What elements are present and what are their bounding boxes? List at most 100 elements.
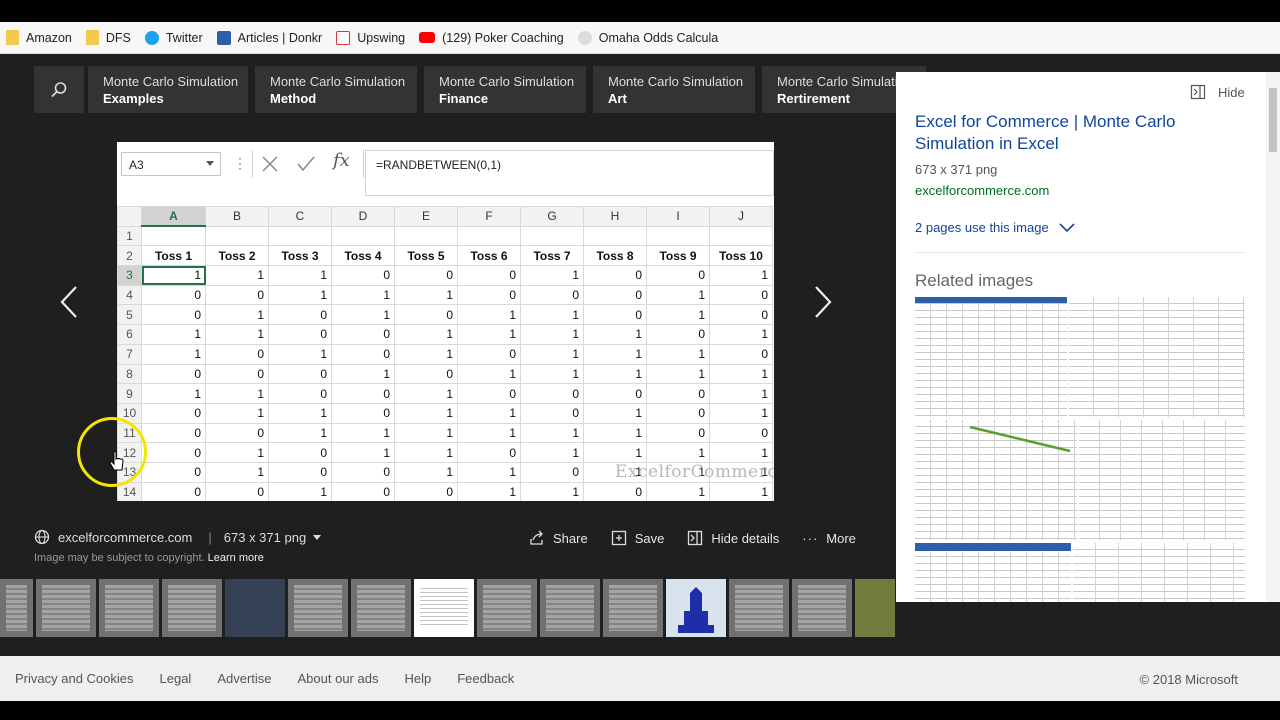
cell[interactable]: 1	[394, 461, 458, 483]
cell[interactable]: 0	[331, 461, 395, 483]
cell[interactable]	[709, 225, 773, 247]
cell[interactable]: 0	[141, 284, 206, 306]
cell[interactable]: 1	[520, 343, 584, 365]
cell[interactable]: 1	[583, 343, 647, 365]
row-header[interactable]: 6	[117, 324, 142, 345]
cell[interactable]: 0	[457, 265, 521, 286]
related-search-finance[interactable]: Monte Carlo Simulation Finance	[424, 66, 586, 113]
pages-using-image[interactable]: 2 pages use this image	[915, 220, 1075, 235]
cell[interactable]: 0	[268, 324, 332, 345]
cell[interactable]: 0	[205, 422, 269, 444]
footer-link-feedback[interactable]: Feedback	[457, 671, 514, 686]
cell[interactable]: 0	[331, 383, 395, 404]
row-header[interactable]: 3	[117, 265, 142, 286]
cell[interactable]: 1	[205, 461, 269, 483]
thumbnail[interactable]	[162, 579, 222, 637]
cell[interactable]: 1	[709, 402, 773, 424]
column-header[interactable]: E	[394, 206, 458, 227]
cell[interactable]: 1	[457, 461, 521, 483]
cell[interactable]: 0	[141, 402, 206, 424]
cell[interactable]: 0	[709, 304, 773, 326]
thumbnail[interactable]	[792, 579, 852, 637]
cell[interactable]: 0	[394, 481, 458, 501]
cell[interactable]: 1	[520, 481, 584, 501]
column-header[interactable]: I	[646, 206, 710, 227]
cell[interactable]: 1	[646, 481, 710, 501]
thumbnail[interactable]	[99, 579, 159, 637]
column-header[interactable]: A	[141, 206, 206, 228]
bookmark-poker-coaching[interactable]: (129) Poker Coaching	[419, 31, 564, 45]
cell[interactable]: 1	[709, 363, 773, 385]
cell[interactable]: 1	[205, 383, 269, 404]
cell[interactable]: 1	[457, 481, 521, 501]
cell[interactable]: 1	[646, 304, 710, 326]
cell[interactable]: 1	[205, 324, 269, 345]
cell[interactable]: 1	[520, 442, 584, 463]
cell[interactable]: 0	[331, 343, 395, 365]
cell[interactable]: 0	[331, 324, 395, 345]
cell[interactable]: Toss 3	[268, 245, 332, 267]
thumbnail[interactable]	[855, 579, 895, 637]
cell[interactable]: 0	[520, 402, 584, 424]
cell[interactable]: 0	[646, 265, 710, 286]
cell[interactable]: 1	[646, 442, 710, 463]
cell[interactable]: 1	[583, 422, 647, 444]
cell[interactable]: 1	[583, 324, 647, 345]
cell[interactable]: 1	[331, 442, 395, 463]
next-image-button[interactable]	[810, 282, 836, 322]
footer-link-advertise[interactable]: Advertise	[217, 671, 271, 686]
cell[interactable]: 1	[457, 304, 521, 326]
thumbnail[interactable]	[477, 579, 537, 637]
cell[interactable]: 0	[457, 383, 521, 404]
cell[interactable]: 1	[268, 343, 332, 365]
cell[interactable]: 1	[457, 324, 521, 345]
cell[interactable]: 1	[709, 324, 773, 345]
cell[interactable]: 1	[520, 363, 584, 385]
cell[interactable]: 0	[646, 402, 710, 424]
cell[interactable]: 0	[331, 402, 395, 424]
cell[interactable]: 1	[268, 402, 332, 424]
column-header[interactable]: D	[331, 206, 395, 227]
cell[interactable]: 0	[331, 265, 395, 286]
related-image[interactable]	[915, 297, 1067, 417]
cell[interactable]: 1	[141, 265, 206, 286]
thumbnail[interactable]	[666, 579, 726, 637]
search-button[interactable]	[34, 66, 84, 113]
row-header[interactable]: 1	[117, 225, 142, 247]
cell[interactable]: 0	[141, 422, 206, 444]
cell[interactable]: Toss 7	[520, 245, 584, 267]
cell[interactable]: 1	[709, 265, 773, 286]
column-header[interactable]: B	[205, 206, 269, 227]
cell[interactable]: 0	[709, 422, 773, 444]
cell[interactable]: 0	[205, 284, 269, 306]
cell[interactable]: Toss 4	[331, 245, 395, 267]
cell[interactable]: 1	[646, 363, 710, 385]
cell[interactable]: 0	[583, 284, 647, 306]
bookmark-upswing[interactable]: Upswing	[336, 30, 405, 45]
cell[interactable]: 1	[331, 284, 395, 306]
cell[interactable]: 0	[583, 383, 647, 404]
cell[interactable]: 1	[268, 481, 332, 501]
column-header[interactable]: J	[709, 206, 773, 227]
cell[interactable]: 0	[205, 343, 269, 365]
cell[interactable]: 0	[394, 363, 458, 385]
bookmark-amazon[interactable]: Amazon	[6, 30, 72, 45]
thumbnail[interactable]	[225, 579, 285, 637]
row-header[interactable]: 9	[117, 383, 142, 404]
cell[interactable]: 0	[205, 363, 269, 385]
cell[interactable]: 1	[646, 284, 710, 306]
cell[interactable]	[331, 225, 395, 247]
cell[interactable]: 0	[141, 442, 206, 463]
footer-link-help[interactable]: Help	[404, 671, 431, 686]
cell[interactable]	[457, 225, 521, 247]
cell[interactable]: 0	[520, 461, 584, 483]
column-header[interactable]: C	[268, 206, 332, 227]
cell[interactable]: 1	[583, 363, 647, 385]
cell[interactable]: 1	[709, 383, 773, 404]
cell[interactable]: 0	[141, 461, 206, 483]
cell[interactable]: 0	[520, 284, 584, 306]
share-button[interactable]: Share	[529, 530, 588, 546]
cell[interactable]: 1	[331, 363, 395, 385]
cell[interactable]: 1	[457, 363, 521, 385]
related-search-art[interactable]: Monte Carlo Simulation Art	[593, 66, 755, 113]
